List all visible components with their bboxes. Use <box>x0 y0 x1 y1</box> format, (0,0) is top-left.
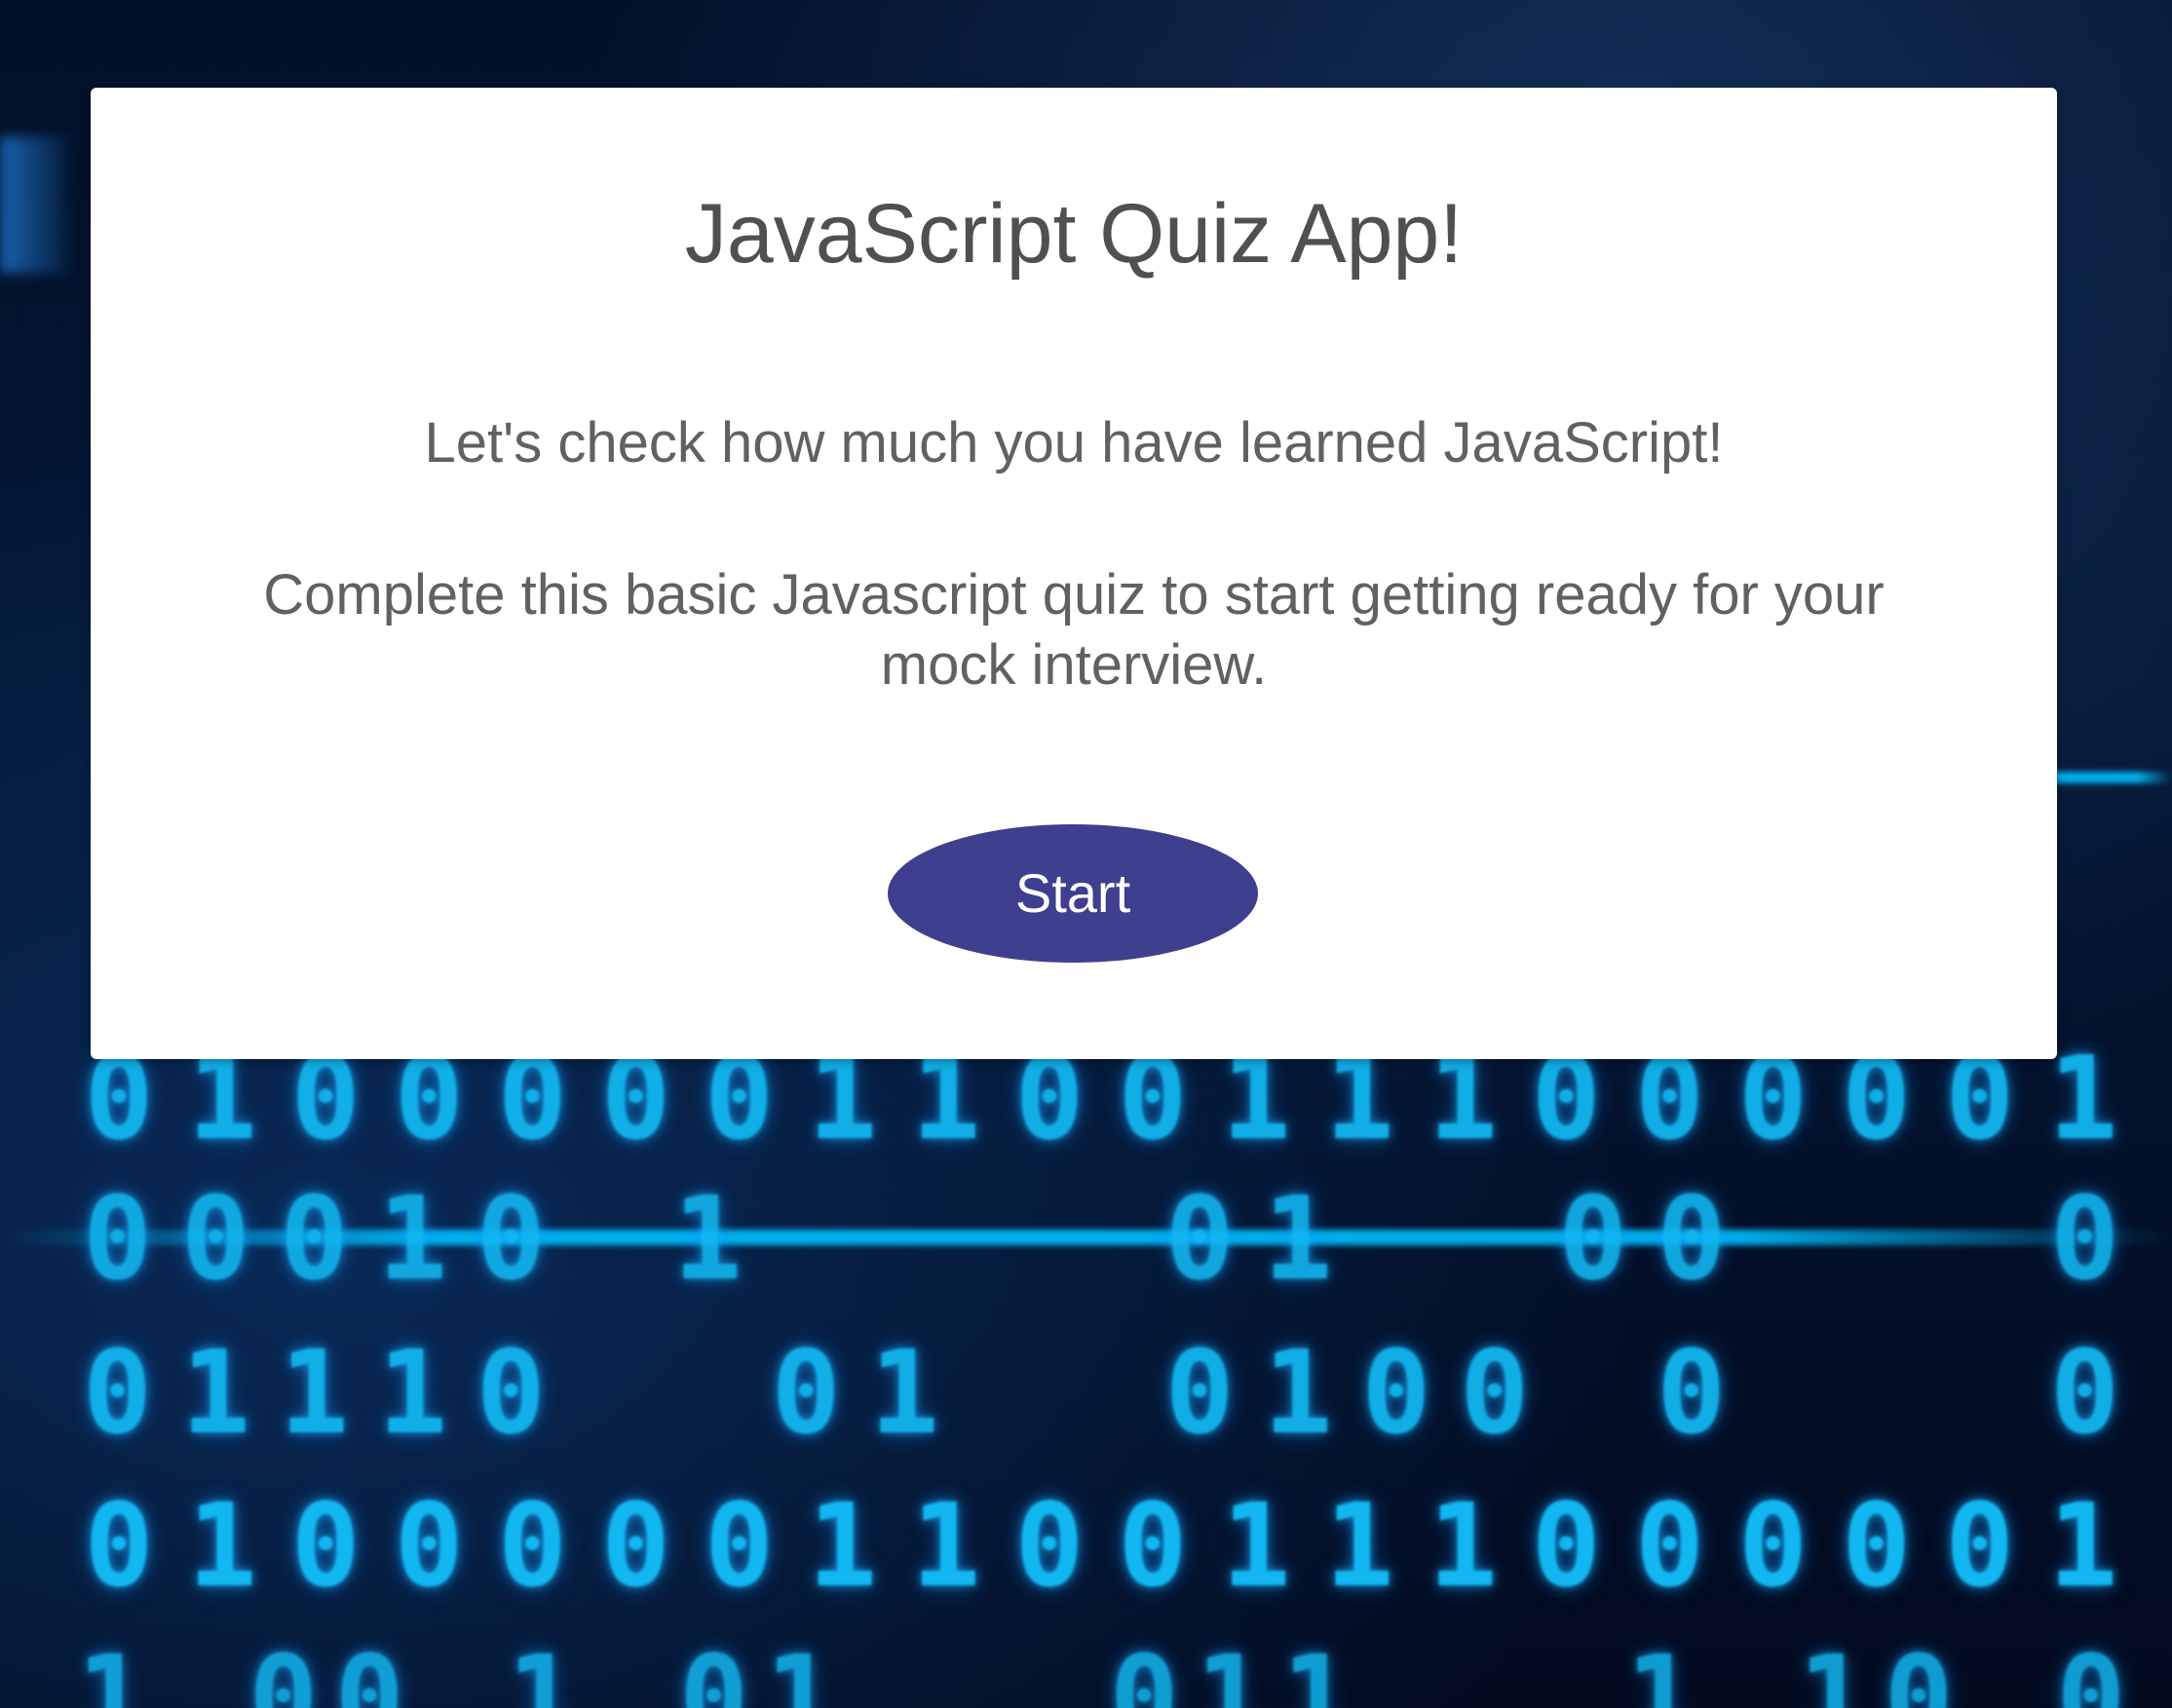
binary-digit <box>1052 1181 1151 1296</box>
binary-digit: 0 <box>1737 1478 1809 1613</box>
binary-digit: 1 <box>2048 1478 2118 1613</box>
binary-digit-row: 01000001100111000001 <box>68 1488 2134 1603</box>
binary-digit: 0 <box>84 1478 154 1613</box>
binary-digit: 1 <box>377 1171 447 1306</box>
binary-digit: 1 <box>1324 1478 1394 1613</box>
binary-digit <box>1937 1335 2036 1450</box>
binary-digit <box>1543 1335 1642 1450</box>
binary-digit <box>757 1181 856 1296</box>
binary-digit: 0 <box>394 1478 464 1613</box>
quiz-intro-card: JavaScript Quiz App! Let's check how muc… <box>91 88 2057 1059</box>
binary-digit: 0 <box>248 1630 319 1708</box>
binary-digit: 1 <box>672 1171 743 1306</box>
binary-digit: 0 <box>1558 1171 1628 1306</box>
binary-digit <box>1703 1640 1789 1708</box>
page-title: JavaScript Quiz App! <box>684 187 1464 281</box>
binary-digit <box>412 1640 498 1708</box>
binary-digit <box>1839 1181 1937 1296</box>
binary-digit <box>1937 1181 2036 1296</box>
binary-digit <box>1962 1640 2047 1708</box>
binary-digit: 0 <box>1657 1325 1727 1460</box>
binary-digit: 1 <box>911 1478 981 1613</box>
binary-digit-row: 1 00 1 01 011 1 10 0 <box>68 1640 2134 1708</box>
binary-digit-row: 01110 01 0100 0 0 <box>68 1335 2134 1450</box>
binary-digit <box>1740 1335 1839 1450</box>
binary-digit: 0 <box>180 1171 250 1306</box>
binary-digit: 0 <box>1361 1325 1431 1460</box>
binary-digit: 1 <box>180 1325 250 1460</box>
intro-text: Let's check how much you have learned Ja… <box>424 411 1724 474</box>
binary-digit: 0 <box>279 1171 349 1306</box>
binary-digit: 0 <box>678 1630 748 1708</box>
binary-digit: 1 <box>808 1478 878 1613</box>
binary-digit: 0 <box>82 1171 152 1306</box>
binary-digit: 1 <box>507 1630 577 1708</box>
binary-digit: 0 <box>2056 1630 2126 1708</box>
binary-digit: 1 <box>1428 1478 1498 1613</box>
binary-digit: 0 <box>82 1325 152 1460</box>
binary-digit <box>954 1181 1052 1296</box>
start-button[interactable]: Start <box>888 824 1258 963</box>
binary-digit <box>585 1640 670 1708</box>
binary-digit: 0 <box>771 1325 841 1460</box>
binary-digit <box>1532 1640 1618 1708</box>
binary-digit: 1 <box>1281 1630 1352 1708</box>
binary-digit <box>1740 1181 1839 1296</box>
binary-digit: 0 <box>1884 1630 1954 1708</box>
binary-digit: 0 <box>1531 1478 1601 1613</box>
binary-digit: 0 <box>334 1630 404 1708</box>
binary-digit: 0 <box>1014 1478 1085 1613</box>
binary-digit: 0 <box>2050 1171 2120 1306</box>
binary-digit <box>560 1335 659 1450</box>
binary-digit: 1 <box>187 1478 257 1613</box>
binary-digit: 1 <box>377 1325 447 1460</box>
binary-digit: 0 <box>476 1325 546 1460</box>
binary-digit <box>154 1640 240 1708</box>
binary-digit: 0 <box>1657 1171 1727 1306</box>
binary-digit: 0 <box>1109 1630 1179 1708</box>
binary-digit: 1 <box>1263 1171 1333 1306</box>
binary-digit <box>560 1181 659 1296</box>
binary-digit: 0 <box>1842 1478 1912 1613</box>
binary-digit: 0 <box>705 1478 775 1613</box>
binary-digit <box>1052 1335 1151 1450</box>
binary-digit <box>1445 1181 1543 1296</box>
binary-digit: 0 <box>600 1478 670 1613</box>
binary-digit: 0 <box>1460 1325 1530 1460</box>
binary-digit <box>929 1640 1014 1708</box>
binary-digit: 1 <box>279 1325 349 1460</box>
binary-digit <box>1359 1640 1445 1708</box>
binary-digit: 0 <box>1634 1478 1704 1613</box>
binary-digit: 0 <box>1945 1478 2015 1613</box>
binary-digit: 1 <box>1625 1630 1696 1708</box>
binary-digit: 1 <box>765 1630 835 1708</box>
binary-digit: 1 <box>76 1630 146 1708</box>
binary-digit: 1 <box>869 1325 939 1460</box>
binary-digit: 0 <box>1164 1171 1235 1306</box>
binary-digit: 1 <box>1195 1630 1265 1708</box>
binary-digit: 0 <box>1118 1478 1188 1613</box>
binary-digit <box>1347 1181 1445 1296</box>
binary-digit: 0 <box>476 1171 546 1306</box>
binary-digit: 0 <box>2050 1325 2120 1460</box>
binary-digit: 0 <box>497 1478 567 1613</box>
description-text: Complete this basic Javascript quiz to s… <box>263 563 1885 697</box>
background-glow <box>0 136 68 273</box>
binary-digit <box>954 1335 1052 1450</box>
binary-digit <box>843 1640 929 1708</box>
binary-digit <box>659 1335 757 1450</box>
binary-digit: 0 <box>1164 1325 1235 1460</box>
binary-digit: 1 <box>1798 1630 1868 1708</box>
binary-digit <box>1839 1335 1937 1450</box>
binary-digit: 0 <box>290 1478 361 1613</box>
binary-digit <box>856 1181 954 1296</box>
binary-digit <box>1015 1640 1101 1708</box>
binary-digit: 1 <box>1263 1325 1333 1460</box>
binary-digit <box>1445 1640 1531 1708</box>
binary-digit: 1 <box>1221 1478 1291 1613</box>
binary-digit-row: 00010 1 01 00 0 <box>68 1181 2134 1296</box>
